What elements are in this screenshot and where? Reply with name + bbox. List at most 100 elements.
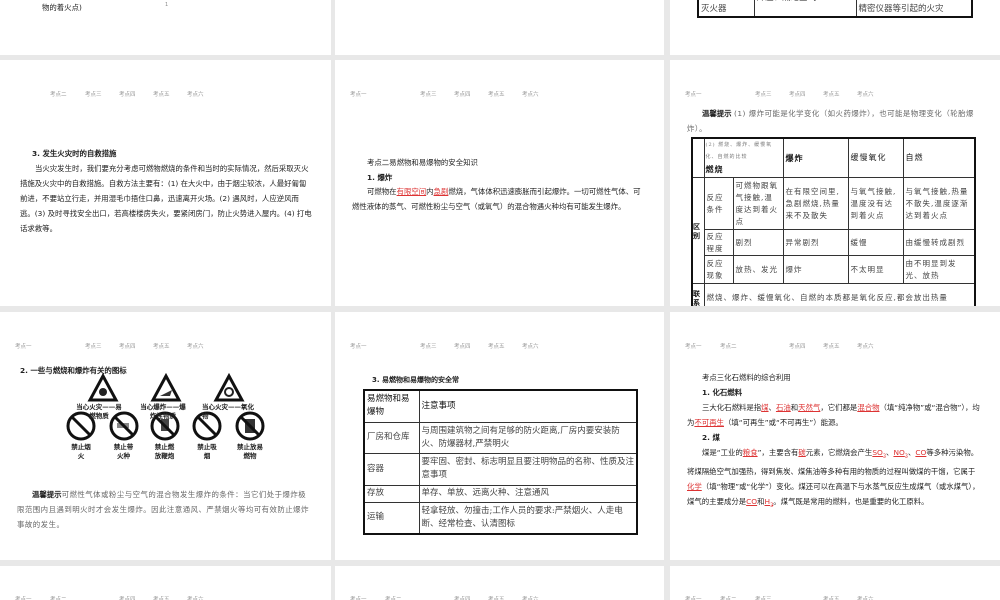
sign-label: 禁止带火种 [113, 443, 134, 460]
cell: 在有限空间里,急剧燃烧,热量来不及散失 [782, 177, 849, 230]
cell [691, 137, 705, 178]
cell: (2) 燃烧、爆炸、缓慢氧化、自燃的比较 燃烧 [703, 137, 784, 178]
slide-thumbnail-2[interactable] [335, 0, 664, 55]
nav-tab[interactable]: 考点六 [522, 342, 539, 350]
sub-heading: 1. 化石燃料 [702, 388, 743, 397]
section-heading: 考点二易燃物和易爆物的安全知识 [367, 158, 478, 167]
slide-thumbnail-10[interactable]: 考点一 考点二 考点四 考点五 考点六 [0, 566, 331, 600]
row-label: 反应程度 [703, 229, 734, 256]
nav-tab[interactable]: 考点六 [857, 342, 874, 350]
body-text: 当火灾发生时，我们要充分考虑可燃物燃烧的条件和当时的实际情况，然后采取灭火措施及… [20, 164, 312, 233]
sign-label: 当心火灾——易燃物质 [76, 403, 122, 420]
nav-tab[interactable]: 考点二 [720, 595, 737, 600]
nav-tab[interactable]: 考点四 [789, 90, 806, 98]
tip-text: 温馨提示可燃性气体或粉尘与空气的混合物发生爆炸的条件：当它们处于爆炸极限范围内且… [17, 490, 309, 529]
slide-thumbnail-7[interactable]: 考点一 考点三 考点四 考点五 考点六 2. 一些与燃烧和爆炸有关的图标 当心火灾——易… [0, 312, 331, 560]
sign-label: 禁止放易燃物 [237, 443, 263, 460]
tip-text: 温馨提示 (1) 爆炸可能是化学变化（如火药爆炸），也可能是物理变化（轮胎爆炸）… [687, 109, 974, 133]
slide-thumbnail-9[interactable]: 考点一 考点二 考点四 考点五 考点六 考点三化石燃料的综合利用 1. 化石燃料 三大化… [670, 312, 1000, 560]
slide-thumbnail-5[interactable]: 考点一 考点三 考点四 考点五 考点六 考点二易燃物和易爆物的安全知识 1. 爆炸 可燃… [335, 60, 664, 306]
cell: 与氧气接触,温度没有达到着火点 [847, 177, 904, 230]
nav-tab[interactable]: 考点六 [522, 90, 539, 98]
slide-thumbnail-12[interactable]: 考点一 考点二 考点三 考点五 考点六 [670, 566, 1000, 600]
sub-heading: 2. 煤 [702, 433, 720, 442]
section-heading: 3. 发生火灾时的自救措施 [32, 149, 117, 158]
nav-tab[interactable]: 考点四 [789, 342, 806, 350]
section-heading: 考点三化石燃料的综合利用 [702, 373, 791, 382]
cell: 缓慢 [847, 229, 904, 256]
nav-tab[interactable]: 考点四 [119, 595, 136, 600]
cell: 厂房和仓库 [363, 421, 420, 454]
cell: 爆炸 [782, 255, 849, 284]
row-group: 区别 [691, 177, 705, 284]
cell: 剧烈 [732, 229, 784, 256]
sign-label: 当心火灾——氧化物 [202, 403, 254, 420]
warning-triangle-icon [150, 372, 182, 402]
nav-tab[interactable]: 考点五 [488, 90, 505, 98]
slide-mark: 1 [165, 2, 169, 8]
cell: 与氧气接触,热量不散失,温度逐渐达到着火点 [902, 177, 976, 230]
nav-tab[interactable]: 考点五 [153, 90, 170, 98]
nav-tab[interactable]: 考点五 [488, 595, 505, 600]
slide-thumbnail-4[interactable]: 考点二 考点三 考点四 考点五 考点六 3. 发生火灾时的自救措施 当火灾发生时，我们要… [0, 60, 331, 306]
nav-tab[interactable]: 考点一 [350, 90, 367, 98]
slide-thumbnail-11[interactable]: 考点一 考点二 考点四 考点五 考点六 [335, 566, 664, 600]
nav-tab[interactable]: 考点三 [420, 90, 437, 98]
sign-label: 禁止吸烟 [197, 443, 217, 460]
cell: 可燃物跟氧气接触,温度达到着火点 [732, 177, 784, 230]
nav-tab[interactable]: 考点六 [522, 595, 539, 600]
slide-thumbnail-1[interactable]: 物的着火点) 1 [0, 0, 331, 55]
slide-thumbnail-8[interactable]: 考点一 考点三 考点四 考点五 考点六 3. 易燃物和易爆物的安全常 易燃物和易爆物 注意… [335, 312, 664, 560]
nav-tab[interactable]: 考点一 [350, 595, 367, 600]
sub-heading: 1. 爆炸 [367, 173, 393, 182]
column-header: 注意事项 [418, 389, 638, 423]
slide-thumbnail-6[interactable]: 考点一 考点三 考点四 考点五 考点六 温馨提示 (1) 爆炸可能是化学变化（如火药爆炸… [670, 60, 1000, 306]
nav-tab[interactable]: 考点四 [454, 342, 471, 350]
row-label: 反应现象 [703, 255, 734, 284]
nav-tab[interactable]: 考点二 [50, 595, 67, 600]
nav-tab[interactable]: 考点三 [755, 90, 772, 98]
sign-label: 当心爆炸——爆炸性物质 [140, 403, 186, 420]
body-text: 三大化石燃料是指煤、石油和天然气，它们都是混合物（填“纯净物”或“混合物”），均… [687, 403, 980, 427]
body-text: 煤是“工业的粮食”，主要含有碳元素，它燃烧会产生SO2、NO2、CO等多种污染物… [687, 448, 980, 509]
nav-tab[interactable]: 考点三 [85, 90, 102, 98]
safety-table: 易燃物和易爆物 注意事项 厂房和仓库 与周围建筑物之间有足够的防火距离,厂房内要安装… [363, 389, 638, 535]
cell: 不太明显 [847, 255, 904, 284]
body-text: 可燃物在有限空间内急剧燃烧，气体体积迅速膨胀而引起爆炸。一切可燃性气体、可燃性液… [352, 187, 641, 211]
nav-tab[interactable]: 考点四 [119, 90, 136, 98]
slide-thumbnail-3[interactable]: 灭火器降温、隔绝空气精密仪器等引起的火灾 [670, 0, 1000, 55]
column-header: 易燃物和易爆物 [363, 389, 420, 423]
row-label: 反应条件 [703, 177, 734, 230]
cell: 存放 [363, 484, 420, 503]
nav-tab[interactable]: 考点三 [755, 595, 772, 600]
warning-triangle-icon [213, 372, 245, 402]
nav-tab[interactable]: 考点五 [823, 595, 840, 600]
column-header: 爆炸 [782, 137, 849, 178]
nav-tab[interactable]: 考点四 [454, 90, 471, 98]
nav-tab[interactable]: 考点五 [823, 342, 840, 350]
nav-tab[interactable]: 考点六 [187, 90, 204, 98]
nav-tab[interactable]: 考点六 [187, 595, 204, 600]
cell: 容器 [363, 452, 420, 486]
nav-tab[interactable]: 考点六 [857, 90, 874, 98]
nav-tab[interactable]: 考点五 [488, 342, 505, 350]
nav-tab[interactable]: 考点二 [720, 342, 737, 350]
nav-tab[interactable]: 考点一 [685, 342, 702, 350]
nav-tab[interactable]: 考点二 [385, 595, 402, 600]
slide-text: 物的着火点) [42, 3, 82, 12]
nav-tab[interactable]: 考点四 [454, 595, 471, 600]
nav-tab[interactable]: 考点五 [823, 90, 840, 98]
nav-tab[interactable]: 考点二 [50, 90, 67, 98]
cell: 由缓慢转成剧烈 [902, 229, 976, 256]
nav-tab[interactable]: 考点一 [15, 595, 32, 600]
cell: 异常剧烈 [782, 229, 849, 256]
nav-tab[interactable]: 考点一 [685, 90, 702, 98]
nav-tab[interactable]: 考点三 [420, 342, 437, 350]
nav-tab[interactable]: 考点一 [350, 342, 367, 350]
cell: 精密仪器等引起的火灾 [855, 0, 973, 18]
cell: 运输 [363, 501, 420, 535]
nav-tab[interactable]: 考点五 [153, 595, 170, 600]
nav-tab[interactable]: 考点六 [857, 595, 874, 600]
sign-label: 禁止燃放鞭炮 [154, 443, 175, 460]
nav-tab[interactable]: 考点一 [685, 595, 702, 600]
